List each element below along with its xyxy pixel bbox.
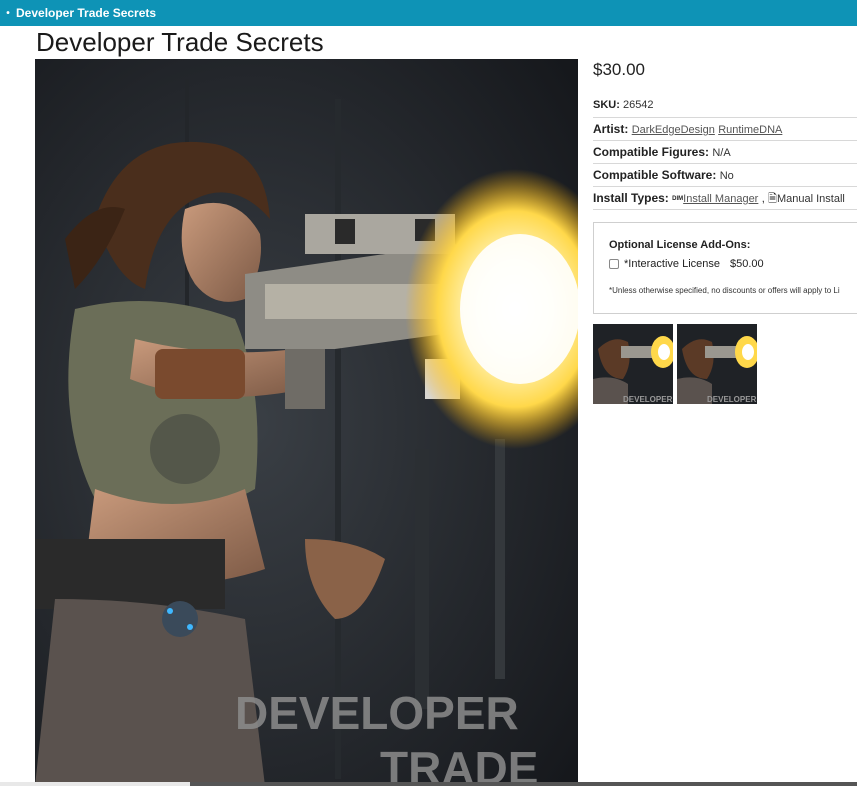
artist-row: Artist: DarkEdgeDesign RuntimeDNA: [593, 118, 857, 141]
thumbnail-2-art: DEVELOPER: [677, 324, 757, 404]
document-icon: 🗎: [768, 193, 777, 205]
thumbnail-1-art: DEVELOPER: [593, 324, 673, 404]
cover-title-line2: TRADE: [380, 742, 538, 786]
install-types-label: Install Types:: [593, 191, 669, 205]
cover-title-line1: DEVELOPER: [235, 687, 519, 739]
artist-link-darkedgedesign[interactable]: DarkEdgeDesign: [632, 124, 715, 136]
thumbnail-2-caption: DEVELOPER: [707, 395, 757, 404]
software-row: Compatible Software: No: [593, 164, 857, 187]
artist-label: Artist:: [593, 122, 629, 136]
product-artwork: DEVELOPER TRADE: [35, 59, 578, 786]
sku-row: SKU: 26542: [593, 92, 857, 118]
install-manager-link[interactable]: Install Manager: [683, 193, 758, 205]
thumbnail-1[interactable]: DEVELOPER: [593, 324, 673, 404]
figures-label: Compatible Figures:: [593, 145, 710, 159]
interactive-license-option: *Interactive License $50.00: [609, 258, 857, 270]
manual-install-label[interactable]: Manual Install: [777, 193, 845, 205]
scrollbar-thumb[interactable]: [190, 782, 857, 786]
top-bar-title[interactable]: Developer Trade Secrets: [16, 6, 156, 20]
figures-value: N/A: [712, 147, 731, 159]
sku-value: 26542: [622, 99, 654, 111]
software-label: Compatible Software:: [593, 168, 717, 182]
product-main-image[interactable]: DEVELOPER TRADE: [35, 59, 578, 786]
thumbnail-2[interactable]: DEVELOPER: [677, 324, 757, 404]
thumbnail-1-caption: DEVELOPER: [623, 395, 673, 404]
addons-note: *Unless otherwise specified, no discount…: [609, 286, 840, 295]
artist-link-runtimedna[interactable]: RuntimeDNA: [718, 124, 782, 136]
interactive-license-label[interactable]: *Interactive License: [624, 258, 720, 270]
software-value: No: [719, 170, 734, 182]
sku-label: SKU:: [593, 99, 620, 111]
top-bar: • Developer Trade Secrets: [0, 0, 857, 26]
bottom-scrollbar[interactable]: [0, 782, 857, 786]
addons-heading: Optional License Add-Ons:: [609, 239, 751, 251]
bullet-icon: •: [6, 7, 10, 19]
dim-icon: DIM: [672, 195, 684, 202]
product-price: $30.00: [593, 60, 645, 79]
figures-row: Compatible Figures: N/A: [593, 141, 857, 164]
interactive-license-checkbox[interactable]: [609, 259, 619, 269]
product-info-panel: $30.00 SKU: 26542 Artist: DarkEdgeDesign…: [593, 59, 857, 404]
thumbnail-strip: DEVELOPER DEVELOPER: [593, 324, 857, 404]
install-types-row: Install Types: DIMInstall Manager , 🗎Man…: [593, 187, 857, 210]
install-separator: ,: [761, 193, 765, 205]
license-addons-box: Optional License Add-Ons: *Interactive L…: [593, 222, 857, 314]
page-title: Developer Trade Secrets: [36, 27, 324, 57]
interactive-license-price: $50.00: [730, 258, 764, 270]
